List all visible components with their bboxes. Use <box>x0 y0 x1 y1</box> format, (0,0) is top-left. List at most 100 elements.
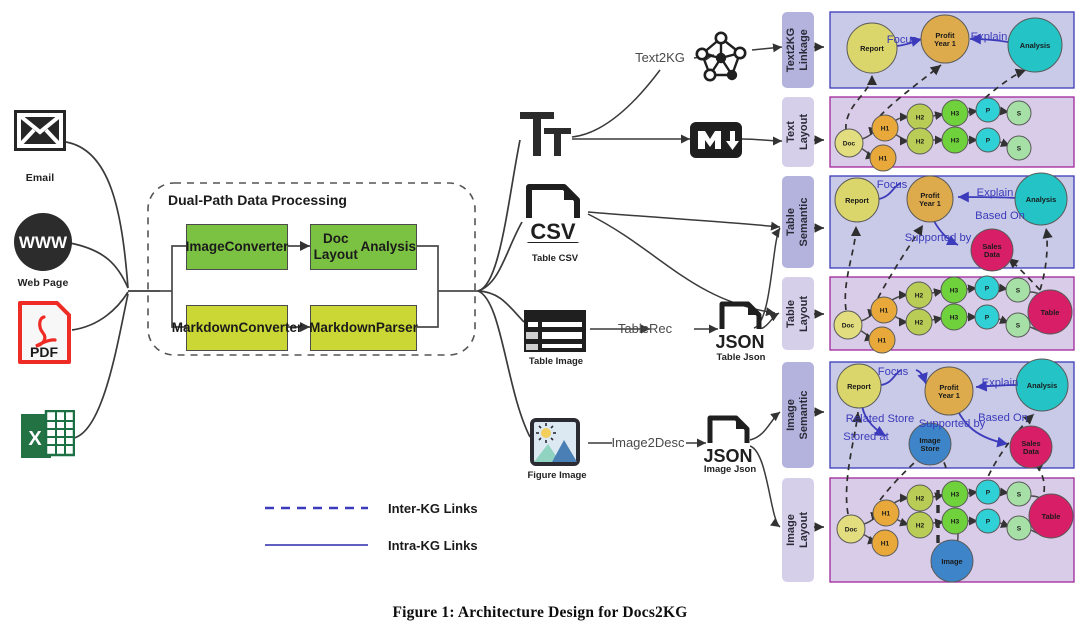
kg-node[interactable]: H2 <box>905 308 933 336</box>
kg-node[interactable]: Table <box>1028 493 1074 539</box>
artifact-label-table-image: Table Image <box>528 356 584 367</box>
kg-node[interactable]: H3 <box>941 507 969 535</box>
kg-node-label: H3 <box>950 287 959 294</box>
kg-node-label: Year 1 <box>934 39 956 48</box>
kg-node-label: S <box>1017 491 1022 498</box>
kg-node[interactable]: H2 <box>905 281 933 309</box>
kg-node[interactable]: P <box>974 275 1000 301</box>
kg-node[interactable]: H3 <box>941 480 969 508</box>
legend-label-inter-kg: Inter-KG Links <box>388 501 478 516</box>
kg-node[interactable]: P <box>974 304 1000 330</box>
kg-relation-label: Focus <box>887 34 918 46</box>
kg-node[interactable]: H2 <box>906 484 934 512</box>
kg-node[interactable]: SalesData <box>970 228 1014 272</box>
kg-node[interactable]: Doc <box>834 128 864 158</box>
kg-node-label: H2 <box>916 138 925 145</box>
process-box-line: Parser <box>375 320 418 336</box>
transform-label-tablerec: TableRec <box>617 321 673 336</box>
stage-label-text2kg-linkage[interactable]: Text2KG Linkage <box>782 12 814 88</box>
stage-label-text-layout[interactable]: Text Layout <box>782 97 814 167</box>
kg-node[interactable]: Report <box>846 22 898 74</box>
kg-node[interactable]: S <box>1006 100 1032 126</box>
process-box-markdown-parser[interactable]: Markdown Parser <box>309 305 418 351</box>
kg-node-label: Analysis <box>1020 41 1050 50</box>
kg-node[interactable]: Analysis <box>1015 358 1069 412</box>
kg-node-label: P <box>985 285 990 292</box>
kg-node-label: Data <box>1023 447 1040 456</box>
kg-node[interactable]: H1 <box>870 296 898 324</box>
kg-node[interactable]: H3 <box>940 276 968 304</box>
kg-node[interactable]: H1 <box>871 114 899 142</box>
kg-node-label: H1 <box>881 125 890 132</box>
kg-relation-label: Stored at <box>843 431 889 443</box>
kg-node[interactable]: Doc <box>833 310 863 340</box>
kg-relation-label: Explain <box>982 377 1019 389</box>
kg-node-label: Image <box>941 557 962 566</box>
kg-node[interactable]: H3 <box>940 303 968 331</box>
kg-node[interactable]: Report <box>834 177 880 223</box>
kg-node[interactable]: P <box>975 127 1001 153</box>
kg-node[interactable]: H1 <box>869 144 897 172</box>
source-label-webpage: Web Page <box>17 277 69 289</box>
kg-node-label: Table <box>1041 308 1060 317</box>
kg-node-label: H1 <box>880 307 889 314</box>
process-box-image-converter[interactable]: Image Converter <box>186 224 288 270</box>
transform-label-text2kg: Text2KG <box>635 50 685 65</box>
kg-relation-label: Explain <box>977 187 1014 199</box>
kg-node[interactable]: P <box>975 97 1001 123</box>
stage-label-table-semantic[interactable]: Table Semantic <box>782 176 814 268</box>
kg-node[interactable]: H1 <box>868 326 896 354</box>
kg-relation-label: Supported by <box>905 232 972 244</box>
markdown-icon <box>690 122 742 163</box>
legend-lines <box>265 506 368 546</box>
kg-node-label: Doc <box>842 322 855 329</box>
kg-node[interactable]: S <box>1005 277 1031 303</box>
stage-label-image-layout[interactable]: Image Layout <box>782 478 814 582</box>
process-box-doc-layout-analysis[interactable]: Doc Layout Analysis <box>310 224 417 270</box>
kg-node[interactable]: P <box>975 508 1001 534</box>
figure-root: Report Profit Year 1 Analysis Focus Explain Do… <box>0 0 1080 638</box>
process-box-line: Image <box>185 239 225 255</box>
kg-node[interactable]: SalesData <box>1009 425 1053 469</box>
kg-node-label: S <box>1016 287 1021 294</box>
kg-node-label: Year 1 <box>938 391 960 400</box>
kg-node[interactable]: S <box>1006 135 1032 161</box>
kg-node-label: Analysis <box>1027 381 1057 390</box>
kg-node[interactable]: H2 <box>906 127 934 155</box>
process-box-line: Converter <box>224 239 289 255</box>
kg-node[interactable]: H1 <box>871 529 899 557</box>
stage-label-table-layout[interactable]: Table Layout <box>782 277 814 350</box>
process-box-markdown-converter[interactable]: Markdown Converter <box>172 305 302 351</box>
kg-node[interactable]: S <box>1006 515 1032 541</box>
kg-node[interactable]: Table <box>1027 289 1073 335</box>
kg-node[interactable]: H1 <box>872 499 900 527</box>
kg-node-label: H2 <box>915 292 924 299</box>
kg-node[interactable]: Image <box>930 539 974 583</box>
kg-node[interactable]: ProfitYear 1 <box>924 366 974 416</box>
stage-label-image-semantic[interactable]: Image Semantic <box>782 362 814 468</box>
kg-node-label: S <box>1017 110 1022 117</box>
kg-node[interactable]: Doc <box>836 514 866 544</box>
kg-relation-label: Explain <box>971 31 1008 43</box>
kg-node[interactable]: ProfitYear 1 <box>906 175 954 223</box>
kg-node[interactable]: ProfitYear 1 <box>920 14 970 64</box>
process-box-line: Markdown <box>309 320 376 336</box>
kg-node[interactable]: H3 <box>941 126 969 154</box>
kg-node-label: H1 <box>881 540 890 547</box>
csv-file-icon: CSV <box>522 182 584 255</box>
kg-node[interactable]: H2 <box>906 103 934 131</box>
kg-node[interactable]: S <box>1006 481 1032 507</box>
kg-node-label: Report <box>845 196 869 205</box>
kg-node[interactable]: Report <box>836 363 882 409</box>
kg-node[interactable]: H3 <box>941 99 969 127</box>
kg-node[interactable]: P <box>975 479 1001 505</box>
dual-path-title: Dual-Path Data Processing <box>168 192 347 208</box>
knowledge-graph-icon <box>692 28 750 89</box>
kg-node-label: Report <box>847 382 871 391</box>
kg-node-label: Store <box>921 444 940 453</box>
stage-label-text: Image Semantic <box>785 390 810 440</box>
kg-node-label: Data <box>984 250 1001 259</box>
kg-node[interactable]: S <box>1005 312 1031 338</box>
kg-node[interactable]: Analysis <box>1007 17 1063 73</box>
kg-node[interactable]: H2 <box>906 511 934 539</box>
